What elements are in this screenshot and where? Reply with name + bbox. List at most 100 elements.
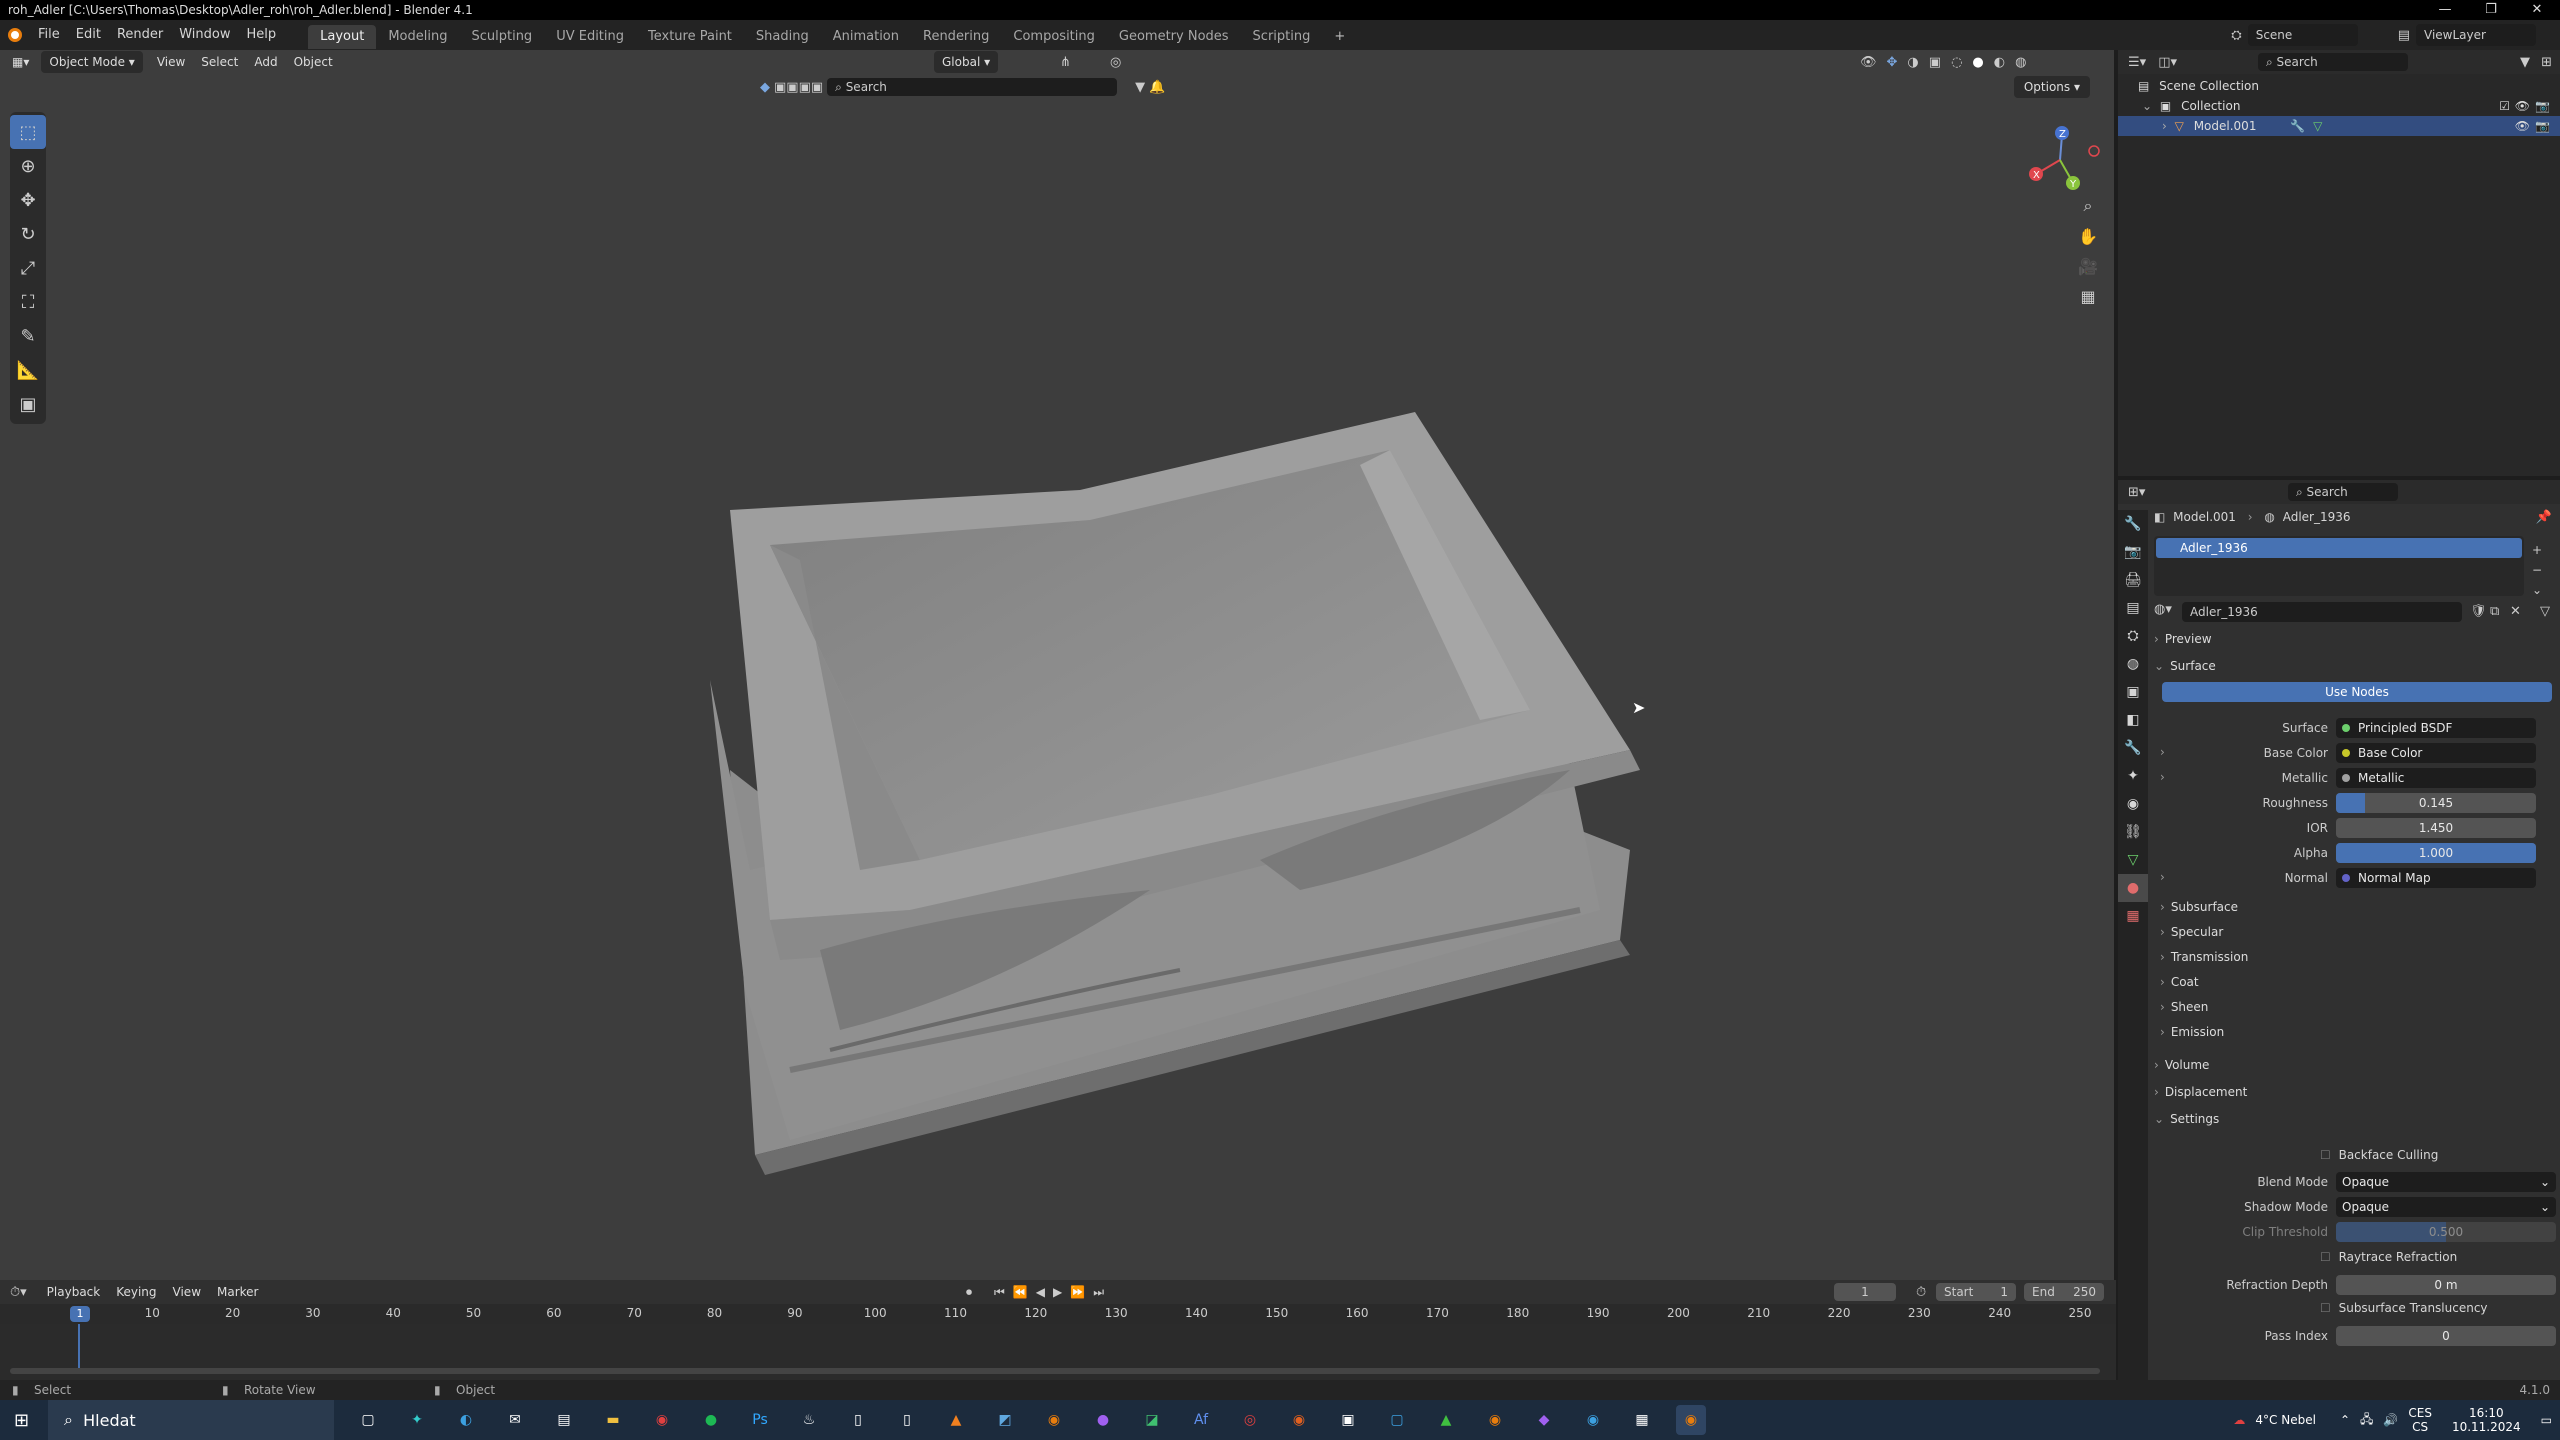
notification-center-icon[interactable]: ▭ xyxy=(2541,1413,2552,1427)
app-icon-12[interactable]: ◉ xyxy=(1578,1405,1608,1435)
outliner-search-input[interactable]: ⌕ Search xyxy=(2258,53,2408,71)
base-color-field[interactable]: Base Color xyxy=(2336,743,2536,763)
tab-rendering[interactable]: Rendering xyxy=(911,25,1001,49)
minimize-button[interactable]: — xyxy=(2422,0,2468,20)
mode-selector[interactable]: Object Mode ▾ xyxy=(41,51,143,73)
clock[interactable]: 16:10 10.11.2024 xyxy=(2452,1406,2521,1434)
tool-tab-icon[interactable]: 🔧 xyxy=(2118,510,2148,538)
proportional-edit-icon[interactable]: ◎ xyxy=(1110,55,1121,70)
tab-shading[interactable]: Shading xyxy=(744,25,821,49)
overlay-icon[interactable]: ◑ xyxy=(1907,55,1918,70)
blender-taskbar-icon[interactable]: ◉ xyxy=(1039,1405,1069,1435)
blender-logo-icon[interactable] xyxy=(0,20,30,50)
next-keyframe-icon[interactable]: ⏩ xyxy=(1070,1285,1085,1300)
checkbox-icon[interactable]: ☐ xyxy=(2320,1250,2331,1264)
outliner-filter-icon[interactable]: ▼ xyxy=(2520,55,2530,70)
menu-view[interactable]: View xyxy=(149,50,193,74)
editor-type-icon[interactable]: ▦▾ xyxy=(4,51,37,73)
menu-window[interactable]: Window xyxy=(171,20,238,50)
render-camera-icon[interactable]: 📷 xyxy=(2535,116,2550,136)
xray-icon[interactable]: ▣ xyxy=(1929,55,1941,70)
view-layer-tab-icon[interactable]: ▤ xyxy=(2118,594,2148,622)
document-2-icon[interactable]: ▯ xyxy=(892,1405,922,1435)
view-layer-selector[interactable]: ViewLayer xyxy=(2416,24,2536,46)
end-frame-field[interactable]: End 250 xyxy=(2024,1283,2104,1301)
pin-icon[interactable]: 📌 xyxy=(2536,510,2552,525)
filter-icon[interactable]: ▼ xyxy=(1135,80,1145,95)
app-icon-13[interactable]: ▦ xyxy=(1627,1405,1657,1435)
spotify-icon[interactable]: ● xyxy=(696,1405,726,1435)
menu-select[interactable]: Select xyxy=(193,50,246,74)
outliner-editor-type-icon[interactable]: ☰▾ xyxy=(2128,55,2146,70)
menu-file[interactable]: File xyxy=(30,20,68,50)
shading-wireframe-icon[interactable]: ◌ xyxy=(1951,55,1962,70)
object-tab-icon[interactable]: ◧ xyxy=(2118,706,2148,734)
checkbox-icon[interactable]: ☐ xyxy=(2320,1148,2331,1162)
language-indicator[interactable]: CES CS xyxy=(2408,1406,2432,1434)
weather-icon[interactable]: ☁ xyxy=(2233,1413,2245,1427)
constraints-tab-icon[interactable]: ⛓ xyxy=(2118,818,2148,846)
app-icon-4[interactable]: ◪ xyxy=(1137,1405,1167,1435)
menu-add[interactable]: Add xyxy=(246,50,285,74)
tab-scripting[interactable]: Scripting xyxy=(1241,25,1323,49)
scale-tool-icon[interactable]: ⤢ xyxy=(10,251,46,285)
vlc-icon[interactable]: ▲ xyxy=(941,1405,971,1435)
raytrace-refraction-checkbox[interactable]: ☐ Raytrace Refraction xyxy=(2320,1250,2457,1264)
tab-uv-editing[interactable]: UV Editing xyxy=(544,25,636,49)
particles-tab-icon[interactable]: ✦ xyxy=(2118,762,2148,790)
current-frame-field[interactable]: 1 xyxy=(1834,1283,1896,1301)
menu-playback[interactable]: Playback xyxy=(39,1280,109,1304)
start-frame-field[interactable]: Start 1 xyxy=(1936,1283,2016,1301)
3d-viewport[interactable]: ▦▾ Object Mode ▾ View Select Add Object … xyxy=(0,50,2116,1280)
collection-filter-icon[interactable]: ◆ xyxy=(760,80,770,95)
app-icon-8[interactable]: ▣ xyxy=(1333,1405,1363,1435)
pan-hand-icon[interactable]: ✋ xyxy=(2074,222,2102,250)
normal-field[interactable]: Normal Map xyxy=(2336,868,2536,888)
steam-icon[interactable]: ♨ xyxy=(794,1405,824,1435)
scene-selector[interactable]: Scene xyxy=(2247,24,2358,46)
play-reverse-icon[interactable]: ◀ xyxy=(1036,1285,1045,1300)
menu-help[interactable]: Help xyxy=(239,20,285,50)
properties-panel[interactable]: ⊞▾ ⌕ Search 🔧 📷 🖨 ▤ ⛭ ◍ ▣ ◧ 🔧 ✦ ◉ ⛓ ▽ ● … xyxy=(2118,480,2560,1380)
section-preview[interactable]: › Preview xyxy=(2154,632,2212,646)
shading-material-icon[interactable]: ◐ xyxy=(1994,55,2005,70)
notification-icon[interactable]: 🔔 xyxy=(1149,80,1165,95)
hide-eye-icon[interactable]: 👁 xyxy=(2515,116,2530,136)
tab-animation[interactable]: Animation xyxy=(821,25,911,49)
menu-timeline-view[interactable]: View xyxy=(165,1280,209,1304)
display-mode-icon[interactable]: ◫▾ xyxy=(2158,55,2177,70)
exclude-checkbox[interactable]: ☑ xyxy=(2499,96,2510,116)
add-slot-icon[interactable]: + xyxy=(2532,540,2542,560)
app-icon-1[interactable]: ✦ xyxy=(402,1405,432,1435)
collection-tab-icon[interactable]: ▣ xyxy=(2118,678,2148,706)
surface-shader-field[interactable]: Principled BSDF xyxy=(2336,718,2536,738)
metallic-field[interactable]: Metallic xyxy=(2336,768,2536,788)
backface-culling-checkbox[interactable]: ☐ Backface Culling xyxy=(2320,1148,2438,1162)
jump-start-icon[interactable]: ⏮ xyxy=(994,1285,1005,1300)
scene-tab-icon[interactable]: ⛭ xyxy=(2118,622,2148,650)
outliner-model-001[interactable]: › ▽ Model.001 🔧 ▽ 👁 📷 xyxy=(2118,116,2560,136)
ior-field[interactable]: 1.450 xyxy=(2336,818,2536,838)
play-icon[interactable]: ▶ xyxy=(1053,1285,1062,1300)
modifier-tab-icon[interactable]: 🔧 xyxy=(2118,734,2148,762)
section-volume[interactable]: › Volume xyxy=(2154,1058,2209,1072)
playhead[interactable]: 1 xyxy=(70,1306,90,1322)
world-tab-icon[interactable]: ◍ xyxy=(2118,650,2148,678)
subsection-sheen[interactable]: › Sheen xyxy=(2160,1000,2208,1014)
timeline-editor[interactable]: ⏱▾ Playback Keying View Marker ⏺ ⏮ ⏪ ◀ ▶… xyxy=(0,1280,2116,1380)
properties-search-input[interactable]: ⌕ Search xyxy=(2288,483,2398,501)
fake-user-icon[interactable]: 🛡 xyxy=(2470,604,2487,619)
outliner-scene-collection[interactable]: ▤ Scene Collection xyxy=(2118,76,2560,96)
add-workspace-icon[interactable]: + xyxy=(1322,25,1357,49)
task-view-icon[interactable]: ▢ xyxy=(353,1405,383,1435)
properties-editor-type-icon[interactable]: ⊞▾ xyxy=(2128,485,2145,500)
gizmo-icon[interactable]: ✥ xyxy=(1887,55,1898,70)
snap-icon[interactable]: ⋔ xyxy=(1060,55,1071,70)
annotate-tool-icon[interactable]: ✎ xyxy=(10,319,46,353)
timeline-ruler[interactable]: 1 10 20 30 40 50 60 70 80 90 100 110 120 130 140 150 16… xyxy=(0,1304,2116,1324)
file-explorer-icon[interactable]: ▬ xyxy=(598,1405,628,1435)
slot-menu-icon[interactable]: ⌄ xyxy=(2532,580,2542,600)
output-tab-icon[interactable]: 🖨 xyxy=(2118,566,2148,594)
cursor-tool-icon[interactable]: ⊕ xyxy=(10,149,46,183)
windows-start-icon[interactable]: ⊞ xyxy=(14,1410,29,1431)
